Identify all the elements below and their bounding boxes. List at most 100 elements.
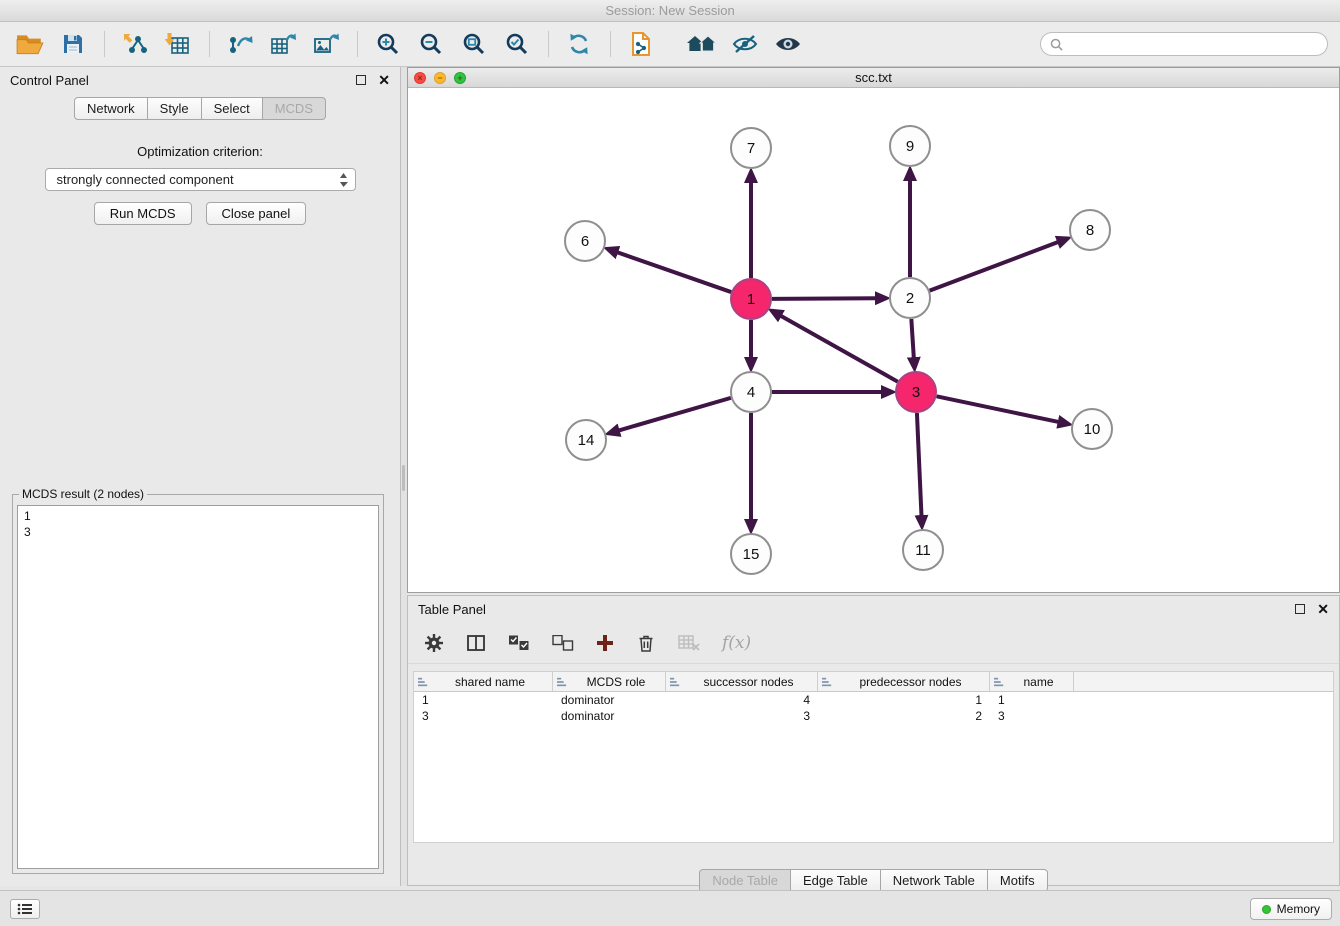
close-window-icon[interactable]: × — [414, 72, 426, 84]
graph-edge-1-2[interactable] — [772, 298, 877, 299]
tab-node-table[interactable]: Node Table — [699, 869, 791, 892]
open-session-button[interactable] — [12, 26, 48, 62]
zoom-selected-button[interactable] — [499, 26, 535, 62]
graph-edge-1-6[interactable] — [616, 252, 731, 292]
panel-divider-grip[interactable] — [402, 465, 405, 491]
maximize-window-icon[interactable]: + — [454, 72, 466, 84]
hide-selected-button[interactable] — [727, 26, 763, 62]
column-header-shared-name[interactable]: shared name — [414, 672, 553, 691]
graph-node-label-4: 4 — [747, 384, 755, 401]
graph-edge-2-8[interactable] — [930, 242, 1059, 291]
tab-network[interactable]: Network — [74, 97, 148, 120]
control-panel: Control Panel ✕ Network Style Select MCD… — [0, 67, 401, 886]
criterion-select[interactable]: strongly connected component — [45, 168, 356, 191]
memory-label: Memory — [1277, 902, 1320, 916]
zoom-out-button[interactable] — [413, 26, 449, 62]
table-panel: Table Panel ✕ — [407, 595, 1340, 886]
zoom-fit-button[interactable] — [456, 26, 492, 62]
table-settings-button[interactable] — [424, 628, 444, 658]
save-session-button[interactable] — [55, 26, 91, 62]
tab-motifs[interactable]: Motifs — [988, 869, 1048, 892]
network-canvas[interactable]: 7968124314101511 — [408, 89, 1339, 592]
select-all-columns-button[interactable] — [508, 628, 530, 658]
delete-column-button[interactable] — [636, 628, 656, 658]
search-box[interactable] — [1040, 32, 1328, 56]
graph-edge-3-1[interactable] — [780, 315, 898, 381]
tab-mcds[interactable]: MCDS — [263, 97, 326, 120]
run-mcds-button[interactable]: Run MCDS — [94, 202, 192, 225]
task-history-button[interactable] — [10, 899, 40, 919]
column-header-successor-nodes[interactable]: successor nodes — [666, 672, 818, 691]
column-header-name[interactable]: name — [990, 672, 1074, 691]
app-window: Session: New Session — [0, 0, 1340, 926]
mcds-result-item[interactable]: 3 — [18, 524, 378, 540]
home-icon — [687, 33, 717, 55]
table-row[interactable]: 3dominator323 — [414, 708, 1333, 724]
tab-select[interactable]: Select — [202, 97, 263, 120]
import-table-button[interactable] — [160, 26, 196, 62]
column-header-MCDS-role[interactable]: MCDS role — [553, 672, 666, 691]
tab-edge-table[interactable]: Edge Table — [791, 869, 881, 892]
table-toolbar: f(x) — [408, 622, 1339, 664]
optimization-criterion-label: Optimization criterion: — [0, 144, 400, 159]
create-column-button[interactable] — [596, 628, 614, 658]
tab-network-table[interactable]: Network Table — [881, 869, 988, 892]
tab-style[interactable]: Style — [148, 97, 202, 120]
table-cell[interactable]: 2 — [818, 708, 990, 724]
gear-icon — [424, 633, 444, 653]
mcds-result-list[interactable]: 13 — [17, 505, 379, 869]
memory-button[interactable]: Memory — [1250, 898, 1332, 920]
table-cell[interactable]: dominator — [553, 708, 666, 724]
delete-table-button[interactable] — [678, 628, 700, 658]
export-image-button[interactable] — [308, 26, 344, 62]
table-cell[interactable]: 1 — [990, 692, 1074, 708]
table-cell[interactable]: 3 — [666, 708, 818, 724]
mcds-result-item[interactable]: 1 — [18, 508, 378, 524]
float-panel-icon[interactable] — [356, 75, 366, 85]
zoom-out-icon — [419, 32, 443, 56]
open-folder-icon — [16, 32, 44, 56]
table-cell[interactable]: 3 — [414, 708, 553, 724]
graph-edge-3-11[interactable] — [917, 413, 922, 517]
graph-edge-2-3[interactable] — [911, 319, 914, 359]
criterion-value: strongly connected component — [57, 172, 234, 187]
table-cell[interactable]: 1 — [414, 692, 553, 708]
graph-node-label-10: 10 — [1084, 421, 1101, 438]
graph-node-label-2: 2 — [906, 290, 914, 307]
column-header-filler — [1074, 672, 1333, 691]
select-all-icon — [508, 635, 530, 651]
table-row[interactable]: 1dominator411 — [414, 692, 1333, 708]
home-button[interactable] — [684, 26, 720, 62]
minimize-window-icon[interactable]: − — [434, 72, 446, 84]
show-columns-button[interactable] — [466, 628, 486, 658]
close-panel-icon[interactable]: ✕ — [378, 73, 390, 87]
zoom-in-button[interactable] — [370, 26, 406, 62]
close-table-panel-icon[interactable]: ✕ — [1317, 602, 1329, 616]
table-cell[interactable]: 1 — [818, 692, 990, 708]
show-selected-button[interactable] — [770, 26, 806, 62]
toolbar-separator — [104, 31, 105, 57]
graph-edge-4-14[interactable] — [618, 398, 731, 431]
graph-node-label-9: 9 — [906, 138, 914, 155]
share-document-button[interactable] — [623, 26, 659, 62]
table-cell[interactable]: 3 — [990, 708, 1074, 724]
column-header-predecessor-nodes[interactable]: predecessor nodes — [818, 672, 990, 691]
mcds-buttons: Run MCDS Close panel — [0, 202, 400, 225]
eye-icon — [775, 34, 801, 54]
network-graph-svg[interactable]: 7968124314101511 — [408, 89, 1339, 592]
close-panel-button[interactable]: Close panel — [206, 202, 307, 225]
export-network-button[interactable] — [222, 26, 258, 62]
unselect-all-columns-button[interactable] — [552, 628, 574, 658]
table-header-row: shared nameMCDS rolesuccessor nodesprede… — [414, 672, 1333, 692]
function-builder-button[interactable]: f(x) — [722, 628, 751, 658]
refresh-button[interactable] — [561, 26, 597, 62]
add-icon — [596, 634, 614, 652]
import-network-button[interactable] — [117, 26, 153, 62]
table-cell[interactable]: 4 — [666, 692, 818, 708]
export-table-button[interactable] — [265, 26, 301, 62]
search-input[interactable] — [1068, 37, 1318, 51]
table-cell[interactable]: dominator — [553, 692, 666, 708]
share-document-icon — [629, 31, 653, 57]
graph-edge-3-10[interactable] — [937, 396, 1060, 422]
float-table-panel-icon[interactable] — [1295, 604, 1305, 614]
